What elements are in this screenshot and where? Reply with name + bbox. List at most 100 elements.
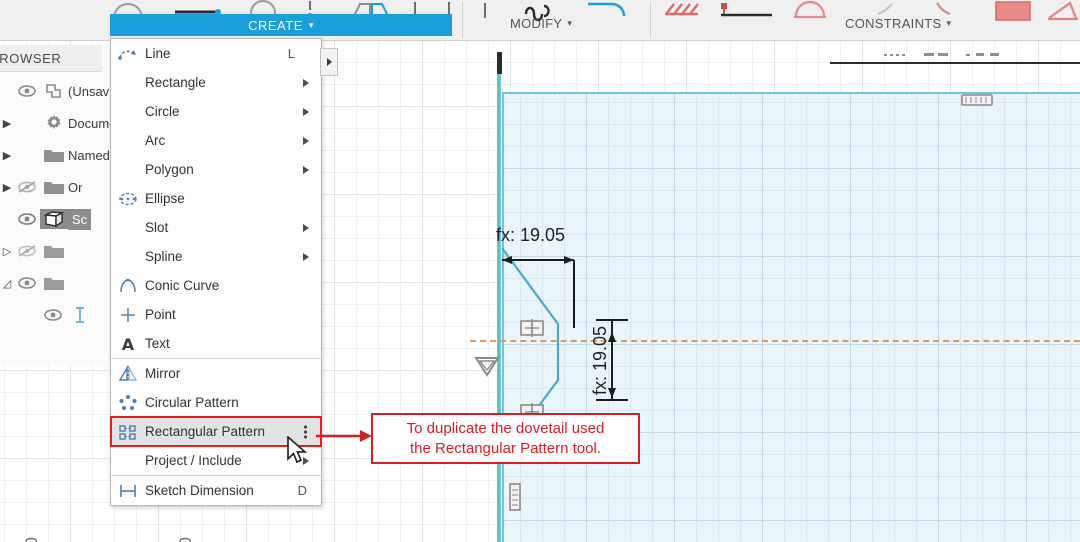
body-icon <box>40 82 68 100</box>
menu-item-label: Spline <box>145 249 183 264</box>
conic-curve-icon <box>111 278 145 294</box>
ribbon-toolbar[interactable]: CREATE ▾ MODIFY ▾ CONSTRAINTS ▾ <box>0 0 1080 41</box>
menu-item-label: Ellipse <box>145 191 185 206</box>
folder-icon <box>40 147 68 164</box>
submenu-arrow-icon[interactable] <box>303 78 309 87</box>
ground-constraint-icon[interactable] <box>718 0 778 22</box>
menu-item-slot[interactable]: Slot <box>111 213 321 242</box>
browser-item-label: Docume <box>68 115 112 131</box>
eye-hidden-icon[interactable] <box>14 244 40 258</box>
top-edge-line <box>830 62 1080 64</box>
fusion-sketch-window: fx: 19.05 fx: 19.05 ROWSER (Unsav ▶ Docu… <box>0 0 1080 542</box>
gear-icon <box>40 113 68 133</box>
sketch-dimension-icon <box>111 482 145 500</box>
annotation-line-2: the Rectangular Pattern tool. <box>410 439 601 457</box>
menu-item-shortcut: D <box>297 483 307 498</box>
callout-arrow-icon <box>316 430 372 442</box>
menu-item-sketch-dimension[interactable]: Sketch Dimension D <box>111 475 321 505</box>
vertical-constraint-icon[interactable] <box>507 482 523 512</box>
expander-arrow[interactable]: ▶ <box>0 181 14 194</box>
menu-item-point[interactable]: Point <box>111 300 321 329</box>
expander-arrow[interactable]: ▷ <box>0 245 14 258</box>
circular-pattern-icon <box>111 394 145 412</box>
browser-item-sketch-dimension[interactable] <box>0 299 112 331</box>
menu-item-label: Line <box>145 46 171 61</box>
eye-hidden-icon[interactable] <box>14 180 40 194</box>
submenu-arrow-icon[interactable] <box>303 136 309 145</box>
submenu-arrow-icon[interactable] <box>303 252 309 261</box>
ruler-label-mid: 00 <box>176 537 196 542</box>
submenu-arrow-icon[interactable] <box>303 165 309 174</box>
menu-item-conic-curve[interactable]: Conic Curve <box>111 271 321 300</box>
chevron-down-icon[interactable]: ▾ <box>567 18 572 29</box>
menu-item-label: Text <box>145 336 170 351</box>
browser-panel[interactable]: BROWSER (Unsav ▶ Docume ▶ Nam <box>0 45 113 365</box>
eye-visible-icon[interactable] <box>14 213 40 225</box>
menu-item-label: Sketch Dimension <box>145 483 254 498</box>
chevron-down-icon[interactable]: ▾ <box>946 18 951 29</box>
ribbon-separator-1 <box>462 2 463 38</box>
browser-item-folder-visible[interactable]: ◿ <box>0 267 112 299</box>
origin-edge-cap <box>497 52 502 74</box>
eye-visible-icon[interactable] <box>14 277 40 289</box>
menu-item-label: Circle <box>145 104 180 119</box>
menu-item-spline[interactable]: Spline <box>111 242 321 271</box>
menu-item-circular-pattern[interactable]: Circular Pattern <box>111 388 321 417</box>
constraints-group-label[interactable]: CONSTRAINTS ▾ <box>845 16 951 31</box>
menu-item-circle[interactable]: Circle <box>111 97 321 126</box>
menu-item-label: Rectangle <box>145 75 206 90</box>
browser-item-folder-hidden[interactable]: ▷ <box>0 235 112 267</box>
browser-item-label: Sc <box>68 208 92 230</box>
fix-rectangle-icon[interactable] <box>994 0 1034 22</box>
create-tab-label: CREATE <box>248 17 303 33</box>
mirror-icon <box>111 364 145 383</box>
dimension-annotations <box>502 256 628 401</box>
browser-item-document-settings[interactable]: ▶ Docume <box>0 107 112 139</box>
menu-item-rectangle[interactable]: Rectangle <box>111 68 321 97</box>
expander-arrow[interactable]: ▶ <box>0 149 14 162</box>
menu-item-ellipse[interactable]: Ellipse <box>111 184 321 213</box>
browser-item-origin[interactable]: ▶ Or <box>0 171 112 203</box>
eye-visible-icon[interactable] <box>14 85 40 97</box>
menu-item-label: Point <box>145 307 176 322</box>
browser-item-named-views[interactable]: ▶ Named V <box>0 139 112 171</box>
menu-item-label: Mirror <box>145 366 181 381</box>
eye-visible-icon[interactable] <box>40 309 66 321</box>
fillet-icon[interactable] <box>582 0 632 22</box>
sketch-dim-icon <box>66 305 94 325</box>
browser-item-label: (Unsav <box>68 83 110 99</box>
menu-item-mirror[interactable]: Mirror <box>111 358 321 388</box>
chevron-down-icon[interactable]: ▾ <box>309 20 314 30</box>
menu-item-polygon[interactable]: Polygon <box>111 155 321 184</box>
menu-item-label: Arc <box>145 133 166 148</box>
menu-scroll-nub[interactable] <box>320 48 338 76</box>
submenu-arrow-icon[interactable] <box>303 223 309 232</box>
equal-constraint-icon[interactable] <box>1046 0 1080 22</box>
browser-item-unsaved[interactable]: (Unsav <box>0 75 112 107</box>
menu-item-text[interactable]: A Text <box>111 329 321 358</box>
menu-item-line[interactable]: Line L <box>111 39 321 68</box>
menu-item-label: Polygon <box>145 162 194 177</box>
modify-group-label[interactable]: MODIFY ▾ <box>510 16 572 31</box>
menu-item-label: Conic Curve <box>145 278 220 293</box>
folder-icon <box>40 179 68 196</box>
submenu-arrow-icon[interactable] <box>303 107 309 116</box>
midpoint-constraint-icon-upper[interactable] <box>519 317 545 339</box>
symmetry-triangle-icon[interactable] <box>474 354 500 378</box>
hatch-icon[interactable] <box>662 0 702 22</box>
text-icon: A <box>111 335 145 353</box>
menu-item-arc[interactable]: Arc <box>111 126 321 155</box>
browser-title: BROWSER <box>0 45 102 72</box>
tangent-circle-icon[interactable] <box>790 0 836 22</box>
ruler-label-left: 50 <box>22 537 42 542</box>
browser-item-label: Named V <box>68 147 112 163</box>
menu-item-label: Slot <box>145 220 169 235</box>
rectangular-pattern-icon <box>111 423 145 441</box>
create-tab[interactable]: CREATE ▾ <box>110 14 452 36</box>
browser-item-sketches[interactable]: Sc <box>0 203 112 235</box>
horizontal-constraint-icon[interactable] <box>960 92 994 108</box>
expander-arrow[interactable]: ◿ <box>0 277 14 290</box>
expander-arrow[interactable]: ▶ <box>0 117 14 130</box>
spline-icon[interactable] <box>480 0 490 22</box>
point-icon <box>111 306 145 324</box>
